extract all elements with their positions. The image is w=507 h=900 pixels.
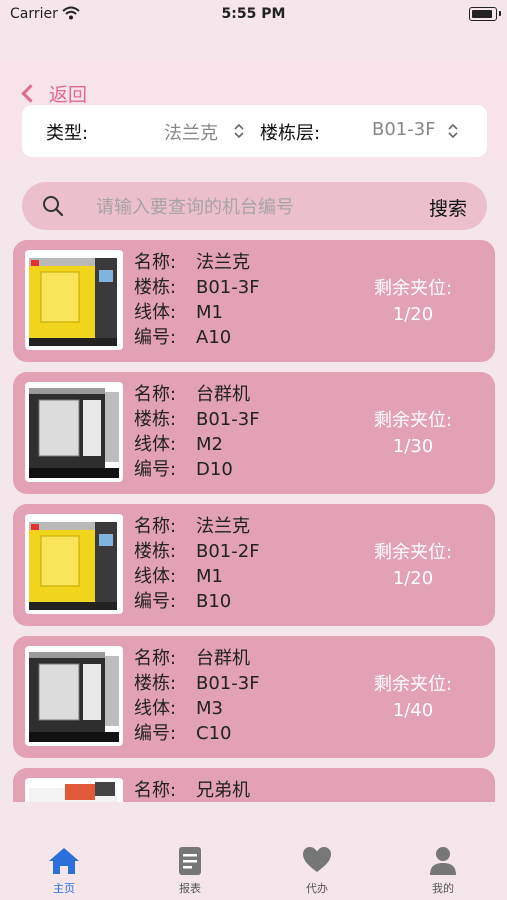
machine-card[interactable]: 名称: 法兰克 楼栋: B01-2F 线体: M1 编号: B10 剩余夹位: 1/20 (13, 504, 495, 626)
machine-info: 名称: 法兰克 楼栋: B01-2F 线体: M1 编号: B10 (134, 514, 260, 614)
remaining-slots: 剩余夹位: 1/40 (353, 672, 473, 724)
tab-mine-label: 我的 (432, 882, 454, 895)
machine-number: A10 (196, 327, 232, 348)
machine-info: 名称: 兄弟机 (134, 778, 250, 802)
tab-home-label: 主页 (53, 882, 75, 895)
slots-value: 1/20 (392, 568, 434, 589)
tab-todo-label: 代办 (306, 882, 328, 895)
machine-name: 兄弟机 (196, 780, 250, 801)
machine-line: M2 (196, 434, 223, 455)
back-label: 返回 (49, 83, 88, 106)
floor-label: 楼栋层: (260, 123, 321, 144)
filter-card: 类型: 法兰克 楼栋层: B01-3F (22, 105, 487, 157)
search-bar: 搜索 (22, 182, 487, 230)
slots-value: 1/40 (392, 700, 434, 721)
machine-name: 法兰克 (196, 252, 250, 273)
machine-name: 法兰克 (196, 516, 250, 537)
machine-line: M1 (196, 302, 223, 323)
building-label: 楼栋: (134, 673, 177, 694)
battery-icon (469, 7, 497, 21)
home-icon (24, 846, 104, 876)
machine-name: 台群机 (196, 648, 250, 669)
user-icon (403, 846, 483, 876)
machine-building: B01-3F (196, 673, 260, 694)
remaining-slots: 剩余夹位: 1/20 (353, 540, 473, 592)
cnc-machine-image (25, 382, 123, 482)
slots-label: 剩余夹位: (373, 410, 453, 431)
machine-number: B10 (196, 591, 232, 612)
number-label: 编号: (134, 723, 177, 744)
machine-name: 台群机 (196, 384, 250, 405)
machine-number: D10 (196, 459, 233, 480)
number-label: 编号: (134, 459, 177, 480)
machine-line: M3 (196, 698, 223, 719)
tab-report[interactable]: 报表 (150, 846, 230, 896)
machine-info: 名称: 台群机 楼栋: B01-3F 线体: M3 编号: C10 (134, 646, 260, 746)
floor-select[interactable]: B01-3F (372, 119, 436, 140)
machine-card[interactable]: 名称: 法兰克 楼栋: B01-3F 线体: M1 编号: A10 剩余夹位: 1/20 (13, 240, 495, 362)
machine-list[interactable]: 名称: 法兰克 楼栋: B01-3F 线体: M1 编号: A10 剩余夹位: 1/20… (0, 240, 507, 802)
line-label: 线体: (134, 566, 177, 587)
slots-value: 1/20 (392, 304, 434, 325)
building-label: 楼栋: (134, 409, 177, 430)
status-bar: Carrier 5:55 PM (0, 0, 507, 30)
cnc-machine-image (25, 514, 123, 614)
name-label: 名称: (134, 780, 177, 801)
building-label: 楼栋: (134, 277, 177, 298)
line-label: 线体: (134, 434, 177, 455)
clock: 5:55 PM (221, 6, 286, 22)
machine-card[interactable]: 名称: 兄弟机 (13, 768, 495, 802)
machine-card[interactable]: 名称: 台群机 楼栋: B01-3F 线体: M2 编号: D10 剩余夹位: 1/30 (13, 372, 495, 494)
slots-label: 剩余夹位: (373, 278, 453, 299)
tab-todo[interactable]: 代办 (277, 846, 357, 896)
cnc-machine-image (25, 646, 123, 746)
chevron-updown-icon[interactable] (234, 122, 244, 140)
machine-building: B01-2F (196, 541, 260, 562)
name-label: 名称: (134, 648, 177, 669)
number-label: 编号: (134, 327, 177, 348)
chevron-left-icon (21, 83, 40, 103)
type-select[interactable]: 法兰克 (164, 119, 218, 145)
name-label: 名称: (134, 252, 177, 273)
name-label: 名称: (134, 384, 177, 405)
line-label: 线体: (134, 302, 177, 323)
tab-home[interactable]: 主页 (24, 846, 104, 896)
machine-building: B01-3F (196, 409, 260, 430)
line-label: 线体: (134, 698, 177, 719)
machine-info: 名称: 法兰克 楼栋: B01-3F 线体: M1 编号: A10 (134, 250, 260, 350)
slots-label: 剩余夹位: (373, 542, 453, 563)
tab-mine[interactable]: 我的 (403, 846, 483, 896)
chevron-updown-icon[interactable] (448, 122, 458, 140)
machine-line: M1 (196, 566, 223, 587)
machine-card[interactable]: 名称: 台群机 楼栋: B01-3F 线体: M3 编号: C10 剩余夹位: 1/40 (13, 636, 495, 758)
search-button[interactable]: 搜索 (429, 194, 467, 221)
cnc-machine-image (25, 778, 123, 802)
tab-bar: 主页 报表 代办 我的 (0, 830, 507, 900)
building-label: 楼栋: (134, 541, 177, 562)
machine-info: 名称: 台群机 楼栋: B01-3F 线体: M2 编号: D10 (134, 382, 260, 482)
remaining-slots: 剩余夹位: 1/20 (353, 276, 473, 328)
search-input[interactable] (94, 190, 418, 224)
number-label: 编号: (134, 591, 177, 612)
name-label: 名称: (134, 516, 177, 537)
battery-cap (499, 11, 501, 16)
heart-icon (277, 846, 357, 876)
report-icon (150, 846, 230, 876)
search-icon (42, 195, 64, 221)
remaining-slots: 剩余夹位: 1/30 (353, 408, 473, 460)
tab-report-label: 报表 (179, 882, 201, 895)
type-label: 类型: (46, 123, 89, 144)
machine-building: B01-3F (196, 277, 260, 298)
cnc-machine-image (25, 250, 123, 350)
back-button[interactable]: 返回 (20, 80, 87, 106)
slots-label: 剩余夹位: (373, 674, 453, 695)
slots-value: 1/30 (392, 436, 434, 457)
machine-number: C10 (196, 723, 232, 744)
